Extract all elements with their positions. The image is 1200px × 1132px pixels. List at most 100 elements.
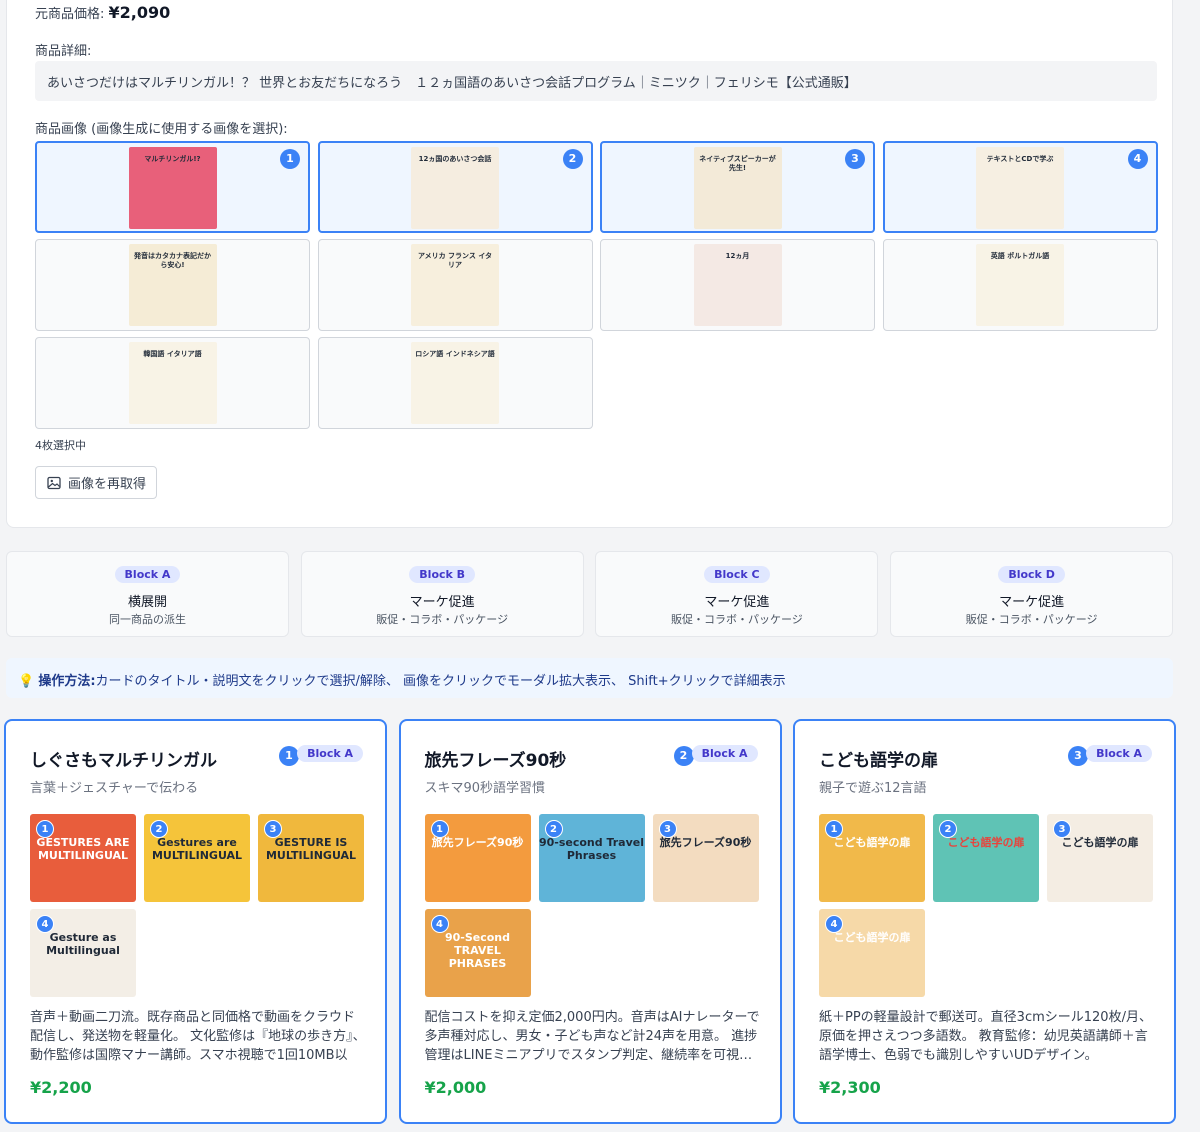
product-image[interactable]: 12ヵ月 (693, 244, 782, 326)
image-number-badge: 1 (36, 820, 54, 838)
block-badge: Block B (409, 566, 476, 583)
card-image-text: GESTURE IS MULTILINGUAL (265, 836, 357, 862)
images-label: 商品画像 (画像生成に使用する画像を選択): (35, 122, 288, 137)
image-thumbnail[interactable]: 12ヵ国のあいさつ会話 2 (317, 141, 593, 233)
card-image[interactable]: こども語学の扉 4 (819, 909, 925, 997)
block-subtitle: 販促・コラボ・パッケージ (376, 613, 509, 626)
card-image[interactable]: こども語学の扉 3 (1047, 814, 1153, 902)
refetch-label: 画像を再取得 (68, 477, 147, 492)
idea-card: 旅先フレーズ90秒 2 Block A スキマ90秒語学習慣 旅先フレーズ90秒 1 90-… (398, 719, 782, 1124)
block-option[interactable]: Block C マーケ促進 販促・コラボ・パッケージ (595, 551, 879, 637)
card-image[interactable]: 旅先フレーズ90秒 1 (424, 814, 531, 902)
card-image[interactable]: 旅先フレーズ90秒 3 (652, 814, 759, 902)
image-icon (47, 476, 61, 489)
block-title: マーケ促進 (999, 595, 1065, 610)
card-image-text: 90-Second TRAVEL PHRASES (444, 931, 511, 970)
idea-card: しぐさもマルチリンガル 1 Block A 言葉＋ジェスチャーで伝わる GESTURES… (4, 719, 387, 1124)
block-badge: Block D (998, 566, 1065, 583)
image-thumbnail[interactable]: 英語 ポルトガル語 (882, 239, 1158, 331)
usage-hint: 💡 操作方法:カードのタイトル・説明文をクリックで選択/解除、 画像をクリックで… (6, 658, 1173, 698)
image-number-badge: 1 (825, 820, 843, 838)
product-image[interactable]: 韓国語 イタリア語 (128, 342, 217, 424)
card-title[interactable]: しぐさもマルチリンガル (30, 746, 217, 771)
card-description[interactable]: 音声＋動画二刀流。既存商品と同価格で動画をクラウド配信し、発送物を軽量化。 文化… (30, 1008, 366, 1065)
card-block-badge: Block A (1086, 745, 1152, 762)
idea-card: こども語学の扉 3 Block A 親子で遊ぶ12言語 こども語学の扉 1 こども語学の扉 2… (793, 719, 1176, 1124)
product-image[interactable]: ネイティブスピーカーが先生! (693, 147, 782, 229)
image-number-badge: 4 (825, 915, 843, 933)
product-image-text: ロシア語 インドネシア語 (415, 350, 495, 358)
card-image[interactable]: こども語学の扉 1 (819, 814, 925, 902)
card-subtitle[interactable]: スキマ90秒語学習慣 (425, 777, 546, 796)
image-number-badge: 4 (430, 915, 449, 933)
block-option[interactable]: Block A 横展開 同一商品の派生 (6, 551, 289, 637)
product-image[interactable]: マルチリンガル!? (128, 147, 217, 229)
card-image[interactable]: 90-Second TRAVEL PHRASES 4 (424, 909, 531, 997)
product-image-text: 12ヵ国のあいさつ会話 (418, 155, 492, 163)
card-subtitle[interactable]: 言葉＋ジェスチャーで伝わる (30, 777, 198, 796)
selection-number-badge: 4 (1127, 149, 1148, 169)
product-image[interactable]: ロシア語 インドネシア語 (411, 342, 499, 424)
image-number-badge: 2 (544, 820, 563, 838)
image-number-badge: 3 (658, 820, 677, 838)
block-subtitle: 同一商品の派生 (109, 613, 186, 626)
selection-number-badge: 3 (845, 149, 865, 169)
hint-text: カードのタイトル・説明文をクリックで選択/解除、 画像をクリックでモーダル拡大表… (95, 674, 786, 689)
product-image-text: 発音はカタカナ表記だから安心! (134, 252, 211, 269)
product-image-text: アメリカ フランス イタリア (417, 252, 493, 269)
card-number-badge: 2 (673, 746, 694, 766)
original-price: 元商品価格: ¥2,090 (35, 3, 171, 22)
card-price: ¥2,200 (30, 1078, 92, 1097)
lightbulb-icon: 💡 (18, 674, 35, 689)
block-badge: Block C (704, 566, 770, 583)
block-badge: Block A (114, 566, 181, 583)
image-thumbnail[interactable]: 韓国語 イタリア語 (35, 337, 310, 429)
block-option[interactable]: Block D マーケ促進販促・コラボ・パッケージ (890, 551, 1174, 637)
image-number-badge: 2 (150, 820, 168, 838)
card-image[interactable]: GESTURE IS MULTILINGUAL 3 (258, 814, 364, 902)
image-number-badge: 3 (264, 820, 282, 838)
card-number-badge: 3 (1068, 746, 1088, 766)
card-subtitle[interactable]: 親子で遊ぶ12言語 (819, 777, 927, 796)
card-image[interactable]: 90-second Travel Phrases 2 (538, 814, 645, 902)
image-thumbnail[interactable]: 発音はカタカナ表記だから安心! (35, 239, 310, 331)
card-image[interactable]: Gesture as Multilingual 4 (30, 909, 136, 997)
card-price: ¥2,000 (424, 1078, 487, 1097)
refetch-images-button[interactable]: 画像を再取得 (35, 466, 157, 499)
image-thumbnail[interactable]: ロシア語 インドネシア語 (317, 337, 593, 429)
card-image-text: Gestures are MULTILINGUAL (151, 836, 243, 862)
block-title: マーケ促進 (409, 595, 475, 610)
card-image-text: 90-second Travel Phrases (538, 836, 645, 862)
product-image-text: ネイティブスピーカーが先生! (699, 155, 776, 172)
block-option[interactable]: Block B マーケ促進販促・コラボ・パッケージ (300, 551, 584, 637)
product-image[interactable]: 12ヵ国のあいさつ会話 (411, 147, 499, 229)
card-image[interactable]: こども語学の扉 2 (933, 814, 1039, 902)
product-image-text: テキストとCDで学ぶ (986, 155, 1054, 163)
product-image[interactable]: アメリカ フランス イタリア (411, 244, 499, 326)
card-description[interactable]: 配信コストを抑え定価2,000円内。音声はAIナレーターで多声種対応し、男女・子… (425, 1008, 761, 1065)
product-image[interactable]: 英語 ポルトガル語 (976, 244, 1064, 326)
block-subtitle: 販促・コラボ・パッケージ (671, 613, 803, 626)
card-title[interactable]: こども語学の扉 (819, 746, 938, 771)
selection-number-badge: 1 (280, 149, 300, 169)
block-subtitle: 販促・コラボ・パッケージ (965, 613, 1098, 626)
image-thumbnail[interactable]: ネイティブスピーカーが先生! 3 (600, 141, 875, 233)
product-image[interactable]: テキストとCDで学ぶ (976, 147, 1064, 229)
product-image-text: 英語 ポルトガル語 (990, 252, 1050, 260)
image-thumbnail[interactable]: アメリカ フランス イタリア (317, 239, 593, 331)
card-image[interactable]: GESTURES ARE MULTILINGUAL 1 (30, 814, 136, 902)
image-thumbnail[interactable]: テキストとCDで学ぶ 4 (882, 141, 1158, 233)
image-thumbnail[interactable]: 12ヵ月 (600, 239, 875, 331)
card-number-badge: 1 (279, 746, 299, 766)
product-image[interactable]: 発音はカタカナ表記だから安心! (128, 244, 217, 326)
card-title[interactable]: 旅先フレーズ90秒 (425, 746, 567, 771)
product-image-text: 12ヵ月 (725, 252, 750, 260)
card-price: ¥2,300 (819, 1078, 881, 1097)
card-image[interactable]: Gestures are MULTILINGUAL 2 (144, 814, 250, 902)
product-image-text: マルチリンガル!? (144, 155, 201, 163)
card-description[interactable]: 紙＋PPの軽量設計で郵送可。直径3cmシール120枚/月、原価を押さえつつ多語数… (819, 1008, 1155, 1065)
hint-label: 操作方法: (38, 674, 96, 689)
image-thumbnail[interactable]: マルチリンガル!? 1 (35, 141, 310, 233)
selection-number-badge: 2 (562, 149, 583, 169)
detail-text: あいさつだけはマルチリンガル！？ 世界とお友だちになろう １２ヵ国語のあいさつ会… (35, 61, 1157, 101)
